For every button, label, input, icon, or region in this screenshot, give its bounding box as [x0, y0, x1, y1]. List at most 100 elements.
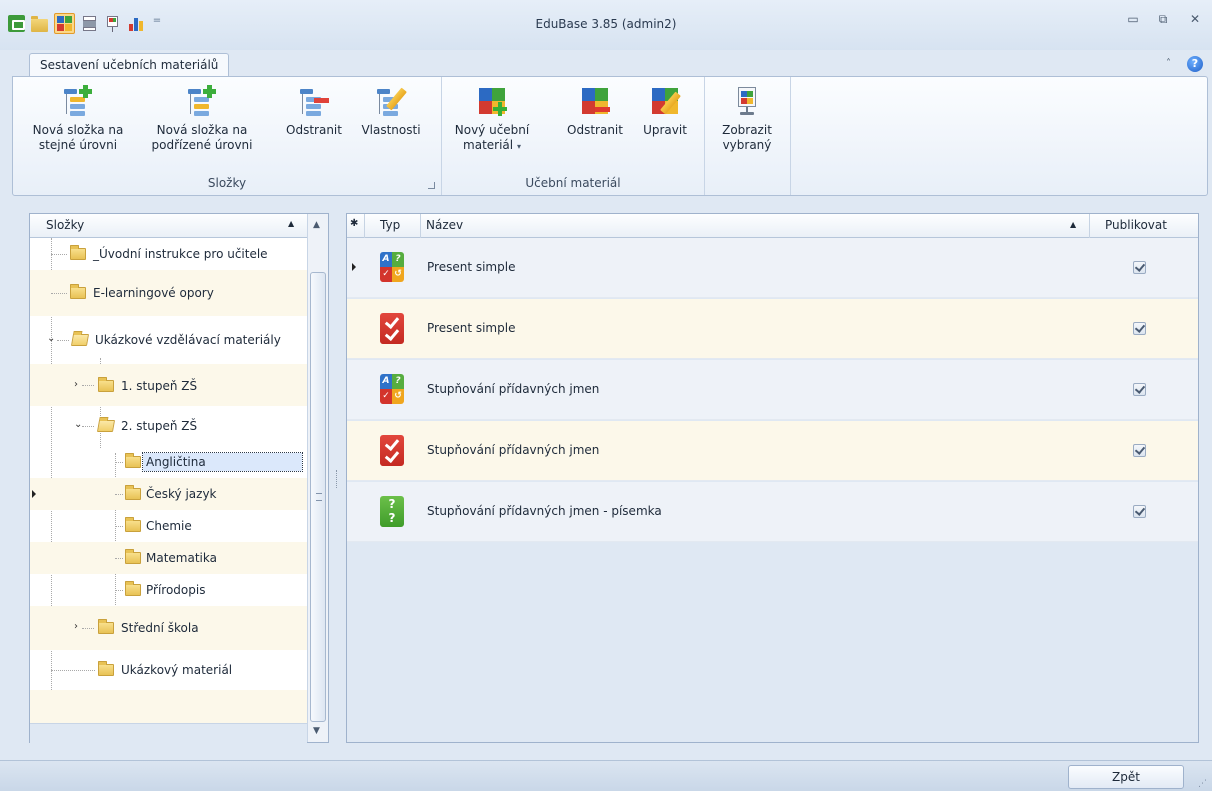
tree-item[interactable]: Ukázkový materiál [30, 650, 307, 690]
chevron-down-icon[interactable]: ⌄ [47, 333, 55, 344]
maximize-button[interactable]: ⧉ [1152, 12, 1174, 30]
column-header-publikovat[interactable]: Publikovat [1105, 218, 1167, 232]
new-row-icon[interactable]: ✱ [350, 218, 358, 229]
minimize-button[interactable]: ▭ [1122, 12, 1144, 30]
tree-vertical-scrollbar[interactable]: ▲ ▼ [307, 214, 328, 742]
tree-item[interactable]: E-learningové opory [30, 270, 307, 316]
folder-icon [98, 661, 114, 676]
chevron-right-icon[interactable]: › [74, 621, 78, 632]
chevron-down-icon: ▾ [516, 142, 521, 151]
tree-item-label[interactable]: Ukázkový materiál [118, 661, 235, 679]
folder-icon [70, 245, 86, 260]
folder-icon [125, 485, 141, 500]
check-test-icon [380, 313, 404, 344]
button-label: Odstranit [286, 123, 342, 137]
tree-item-label[interactable]: _Úvodní instrukce pro učitele [90, 245, 271, 263]
tree-item-label[interactable]: Angličtina [142, 452, 303, 472]
folder-properties-button[interactable]: Vlastnosti [353, 85, 429, 138]
resize-grip-icon[interactable]: ⋰ [1198, 779, 1207, 789]
tree-item-label[interactable]: Matematika [143, 549, 220, 567]
table-row[interactable]: ?? Stupňování přídavných jmen - písemka [347, 482, 1198, 542]
materials-grid-header: ✱ Typ Název ▲ Publikovat [347, 214, 1198, 238]
tree-item[interactable]: Přírodopis [30, 574, 307, 606]
tree-item-selected[interactable]: Angličtina [30, 446, 307, 478]
tree-item[interactable]: Český jazyk [30, 478, 307, 510]
materials-grid-panel: ✱ Typ Název ▲ Publikovat A? ✓ ↺ Present si… [346, 213, 1199, 743]
folder-icon [125, 453, 141, 468]
panel-splitter[interactable] [336, 470, 338, 488]
button-label: Vlastnosti [361, 123, 421, 137]
new-material-icon [476, 85, 508, 117]
tree-item[interactable]: › Střední škola [30, 606, 307, 650]
chevron-down-icon[interactable]: ⌄ [74, 419, 82, 430]
tree-item-label[interactable]: 1. stupeň ZŠ [118, 377, 200, 395]
material-name[interactable]: Stupňování přídavných jmen - písemka [427, 504, 662, 518]
tree-item-label[interactable]: Český jazyk [143, 485, 220, 503]
tree-item[interactable]: ⌄ Ukázkové vzdělávací materiály [30, 316, 307, 364]
publish-checkbox[interactable] [1133, 322, 1146, 335]
publish-checkbox[interactable] [1133, 505, 1146, 518]
folder-icon [125, 549, 141, 564]
new-folder-sub-level-icon [186, 85, 218, 117]
tree-item-label[interactable]: Střední škola [118, 619, 202, 637]
mixed-test-icon: A? ✓ ↺ [380, 374, 404, 405]
material-name[interactable]: Present simple [427, 321, 515, 335]
close-button[interactable]: ✕ [1184, 12, 1206, 30]
column-header-typ[interactable]: Typ [380, 218, 400, 232]
tree-item-label[interactable]: Ukázkové vzdělávací materiály [92, 331, 284, 349]
tree-item[interactable]: Chemie [30, 510, 307, 542]
help-icon[interactable]: ? [1187, 56, 1203, 72]
scrollbar-thumb[interactable] [310, 272, 326, 722]
delete-material-button[interactable]: Odstranit [560, 85, 630, 138]
material-name[interactable]: Stupňování přídavných jmen [427, 443, 599, 457]
dialog-launcher-icon[interactable] [428, 182, 435, 189]
table-row[interactable]: A? ✓ ↺ Present simple [347, 238, 1198, 298]
publish-checkbox[interactable] [1133, 261, 1146, 274]
tree-item-label[interactable]: Chemie [143, 517, 195, 535]
button-label: stejné úrovni [38, 138, 118, 152]
table-row[interactable]: Stupňování přídavných jmen [347, 421, 1198, 481]
button-label: vybraný [722, 138, 772, 152]
tree-item-label[interactable]: 2. stupeň ZŠ [118, 417, 200, 435]
table-row[interactable]: Present simple [347, 299, 1198, 359]
tab-sestaveni[interactable]: Sestavení učebních materiálů [29, 53, 230, 77]
check-test-icon [380, 435, 404, 466]
back-button[interactable]: Zpět [1068, 765, 1184, 789]
delete-folder-button[interactable]: Odstranit [278, 85, 350, 138]
tree-item-label[interactable]: Přírodopis [143, 581, 208, 599]
column-header-nazev[interactable]: Název [426, 218, 463, 232]
ribbon-group-material: Nový učební materiál ▾ Odstranit Upravit… [442, 77, 705, 195]
new-folder-same-level-button[interactable]: Nová složka na stejné úrovni [19, 85, 137, 153]
new-folder-sub-level-button[interactable]: Nová složka na podřízené úrovni [141, 85, 263, 153]
publish-checkbox[interactable] [1133, 444, 1146, 457]
tree-header[interactable]: Složky ▲ [30, 214, 307, 238]
tree-item[interactable]: _Úvodní instrukce pro učitele [30, 238, 307, 270]
folder-open-icon [70, 334, 90, 346]
tree-item-label[interactable]: E-learningové opory [90, 284, 217, 302]
sort-ascending-icon: ▲ [288, 219, 295, 228]
tree-item[interactable]: › 1. stupeň ZŠ [30, 364, 307, 406]
show-selected-button[interactable]: Zobrazit vybraný [711, 85, 783, 153]
new-material-button[interactable]: Nový učební materiál ▾ [450, 85, 534, 154]
tree-item[interactable]: Matematika [30, 542, 307, 574]
button-label: podřízené úrovni [151, 138, 253, 152]
table-row[interactable]: A? ✓ ↺ Stupňování přídavných jmen [347, 360, 1198, 420]
button-label: Upravit [643, 123, 687, 137]
collapse-ribbon-icon[interactable]: ˄ [1166, 58, 1171, 69]
scroll-up-icon[interactable]: ▲ [313, 220, 320, 230]
tree-item[interactable]: ⌄ 2. stupeň ZŠ [30, 406, 307, 446]
group-label: Učební materiál [525, 176, 621, 190]
column-header-slozky[interactable]: Složky [46, 218, 84, 232]
material-name[interactable]: Present simple [427, 260, 515, 274]
material-name[interactable]: Stupňování přídavných jmen [427, 382, 599, 396]
publish-checkbox[interactable] [1133, 383, 1146, 396]
new-folder-same-level-icon [62, 85, 94, 117]
grid-empty-area [347, 544, 1198, 742]
folder-icon [70, 284, 86, 299]
button-label: Nový učební [454, 123, 530, 137]
title-bar: = EduBase 3.85 (admin2) ▭ ⧉ ✕ [0, 0, 1212, 50]
scroll-down-icon[interactable]: ▼ [313, 726, 320, 736]
chevron-right-icon[interactable]: › [74, 379, 78, 390]
edit-material-button[interactable]: Upravit [634, 85, 696, 138]
folder-tree: _Úvodní instrukce pro učitele E-learning… [30, 238, 307, 723]
